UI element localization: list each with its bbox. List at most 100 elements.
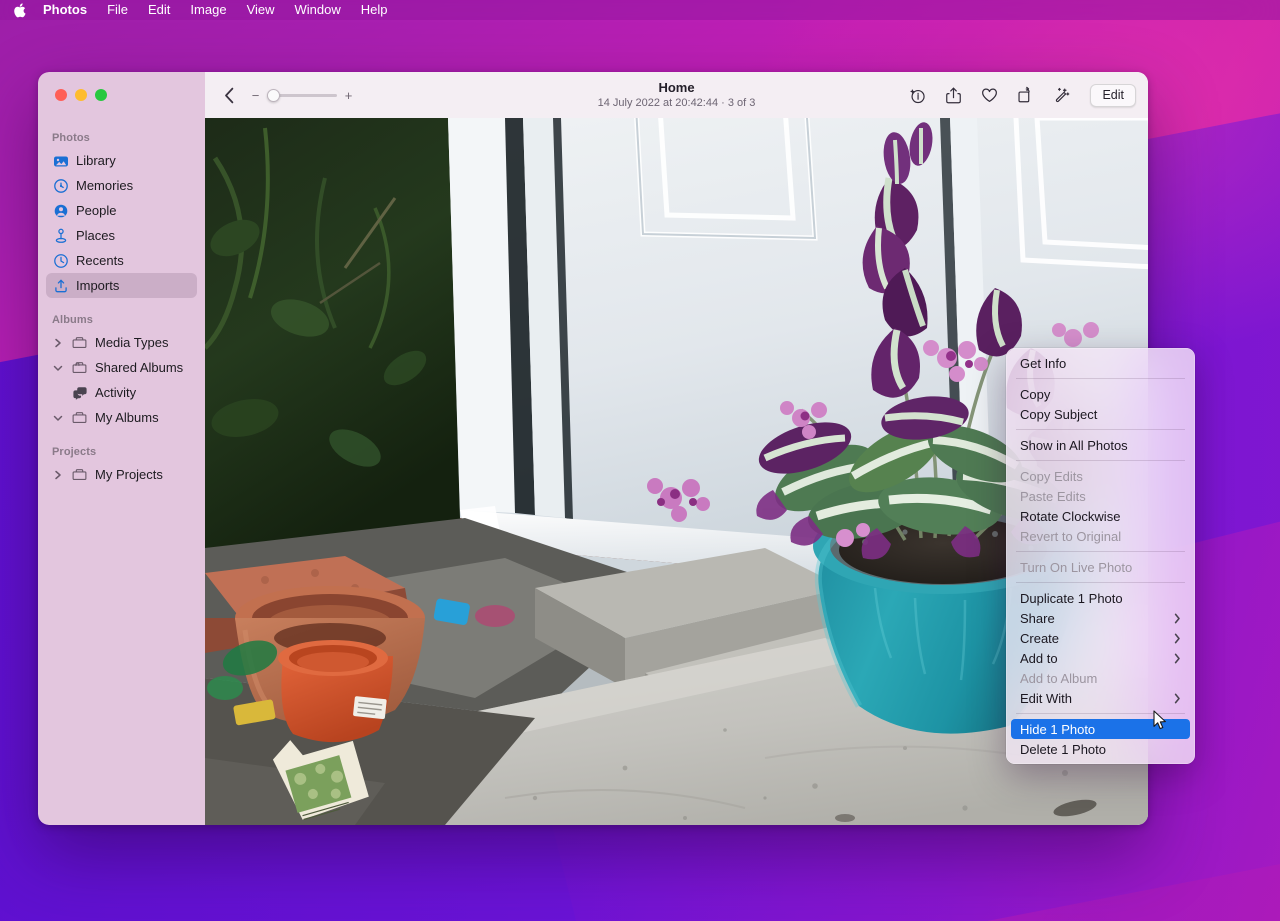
context-menu-item-paste-edits: Paste Edits bbox=[1011, 486, 1190, 506]
context-menu-item-copy[interactable]: Copy bbox=[1011, 384, 1190, 404]
chevron-right-icon bbox=[1174, 653, 1181, 664]
context-menu-separator bbox=[1016, 378, 1185, 379]
sidebar-item-memories[interactable]: Memories bbox=[46, 173, 197, 198]
context-menu-item-turn-on-live-photo: Turn On Live Photo bbox=[1011, 557, 1190, 577]
sidebar-item-label: Library bbox=[76, 153, 116, 168]
zoom-slider[interactable] bbox=[267, 88, 337, 102]
menu-edit[interactable]: Edit bbox=[138, 0, 180, 20]
context-menu-item-get-info[interactable]: Get Info bbox=[1011, 353, 1190, 373]
chevron-down-icon[interactable] bbox=[52, 364, 64, 372]
context-menu-separator bbox=[1016, 551, 1185, 552]
zoom-in-label[interactable]: + bbox=[344, 89, 353, 102]
photos-window: Photos Library Memories People bbox=[38, 72, 1148, 825]
edit-button[interactable]: Edit bbox=[1090, 84, 1136, 107]
sidebar-item-label: My Albums bbox=[95, 410, 159, 425]
context-menu-item-create[interactable]: Create bbox=[1011, 628, 1190, 648]
sidebar-item-activity[interactable]: Activity bbox=[46, 380, 197, 405]
context-menu-separator bbox=[1016, 713, 1185, 714]
menu-photos[interactable]: Photos bbox=[33, 0, 97, 20]
menu-image[interactable]: Image bbox=[180, 0, 236, 20]
sidebar-section-albums-header: Albums bbox=[38, 308, 205, 330]
context-menu-item-label: Share bbox=[1020, 611, 1055, 626]
heart-icon[interactable] bbox=[979, 85, 1000, 106]
menu-file[interactable]: File bbox=[97, 0, 138, 20]
sidebar-item-recents[interactable]: Recents bbox=[46, 248, 197, 273]
zoom-out-label[interactable]: − bbox=[251, 89, 260, 102]
sidebar-section-projects-header: Projects bbox=[38, 440, 205, 462]
chevron-down-icon[interactable] bbox=[52, 414, 64, 422]
window-controls bbox=[55, 89, 107, 101]
share-icon[interactable] bbox=[943, 85, 964, 106]
toolbar: − + Home 14 July 2022 at 20:42:44 · 3 of… bbox=[205, 72, 1148, 118]
rotate-icon[interactable] bbox=[1015, 85, 1036, 106]
folder-icon bbox=[71, 409, 88, 426]
sidebar-item-media-types[interactable]: Media Types bbox=[46, 330, 197, 355]
sidebar-item-label: Imports bbox=[76, 278, 119, 293]
context-menu[interactable]: Get Info Copy Copy Subject Show in All P… bbox=[1006, 348, 1195, 764]
sidebar-item-library[interactable]: Library bbox=[46, 148, 197, 173]
context-menu-item-add-to-album: Add to Album bbox=[1011, 668, 1190, 688]
sidebar-item-my-projects[interactable]: My Projects bbox=[46, 462, 197, 487]
activity-icon bbox=[71, 384, 88, 401]
zoom-slider-knob[interactable] bbox=[267, 89, 280, 102]
chevron-right-icon bbox=[1174, 633, 1181, 644]
toolbar-actions: Edit bbox=[907, 84, 1136, 107]
sidebar-item-label: Activity bbox=[95, 385, 136, 400]
back-button[interactable] bbox=[217, 83, 241, 107]
shared-folder-icon bbox=[71, 359, 88, 376]
apple-logo-icon[interactable] bbox=[12, 2, 27, 18]
sidebar-item-people[interactable]: People bbox=[46, 198, 197, 223]
sidebar-item-label: Shared Albums bbox=[95, 360, 183, 375]
context-menu-item-label: Create bbox=[1020, 631, 1059, 646]
sidebar-item-imports[interactable]: Imports bbox=[46, 273, 197, 298]
context-menu-item-show-in-all-photos[interactable]: Show in All Photos bbox=[1011, 435, 1190, 455]
sidebar-item-label: My Projects bbox=[95, 467, 163, 482]
photos-library-icon bbox=[52, 152, 69, 169]
context-menu-item-label: Edit With bbox=[1020, 691, 1072, 706]
photo-subtitle: 14 July 2022 at 20:42:44 · 3 of 3 bbox=[598, 96, 756, 110]
sidebar-item-label: Memories bbox=[76, 178, 133, 193]
minimize-button[interactable] bbox=[75, 89, 87, 101]
chevron-right-icon[interactable] bbox=[52, 470, 64, 480]
sidebar-item-places[interactable]: Places bbox=[46, 223, 197, 248]
context-menu-item-edit-with[interactable]: Edit With bbox=[1011, 688, 1190, 708]
menu-window[interactable]: Window bbox=[285, 0, 351, 20]
chevron-right-icon[interactable] bbox=[52, 338, 64, 348]
zoom-button[interactable] bbox=[95, 89, 107, 101]
auto-enhance-icon[interactable] bbox=[1051, 85, 1072, 106]
context-menu-item-add-to[interactable]: Add to bbox=[1011, 648, 1190, 668]
sidebar-item-label: People bbox=[76, 203, 116, 218]
sidebar-item-label: Media Types bbox=[95, 335, 168, 350]
folder-icon bbox=[71, 466, 88, 483]
chevron-right-icon bbox=[1174, 693, 1181, 704]
info-icon[interactable] bbox=[907, 85, 928, 106]
places-pin-icon bbox=[52, 227, 69, 244]
menu-help[interactable]: Help bbox=[351, 0, 398, 20]
context-menu-item-label: Add to bbox=[1020, 651, 1058, 666]
context-menu-item-delete-1-photo[interactable]: Delete 1 Photo bbox=[1011, 739, 1190, 759]
people-icon bbox=[52, 202, 69, 219]
sidebar: Photos Library Memories People bbox=[38, 72, 205, 825]
page-title: Home bbox=[658, 80, 694, 95]
sidebar-item-shared-albums[interactable]: Shared Albums bbox=[46, 355, 197, 380]
context-menu-item-copy-subject[interactable]: Copy Subject bbox=[1011, 404, 1190, 424]
menu-bar: Photos File Edit Image View Window Help bbox=[0, 0, 1280, 20]
sidebar-item-label: Places bbox=[76, 228, 115, 243]
context-menu-separator bbox=[1016, 582, 1185, 583]
chevron-right-icon bbox=[1174, 613, 1181, 624]
desktop: Photos File Edit Image View Window Help … bbox=[0, 0, 1280, 921]
context-menu-item-copy-edits: Copy Edits bbox=[1011, 466, 1190, 486]
context-menu-item-duplicate-1-photo[interactable]: Duplicate 1 Photo bbox=[1011, 588, 1190, 608]
sidebar-item-my-albums[interactable]: My Albums bbox=[46, 405, 197, 430]
zoom-control[interactable]: − + bbox=[251, 88, 353, 102]
context-menu-item-hide-1-photo[interactable]: Hide 1 Photo bbox=[1011, 719, 1190, 739]
sidebar-item-label: Recents bbox=[76, 253, 124, 268]
context-menu-item-rotate-clockwise[interactable]: Rotate Clockwise bbox=[1011, 506, 1190, 526]
close-button[interactable] bbox=[55, 89, 67, 101]
context-menu-item-share[interactable]: Share bbox=[1011, 608, 1190, 628]
folder-icon bbox=[71, 334, 88, 351]
menu-view[interactable]: View bbox=[237, 0, 285, 20]
sidebar-section-photos-header: Photos bbox=[38, 126, 205, 148]
context-menu-separator bbox=[1016, 429, 1185, 430]
context-menu-item-revert-to-original: Revert to Original bbox=[1011, 526, 1190, 546]
